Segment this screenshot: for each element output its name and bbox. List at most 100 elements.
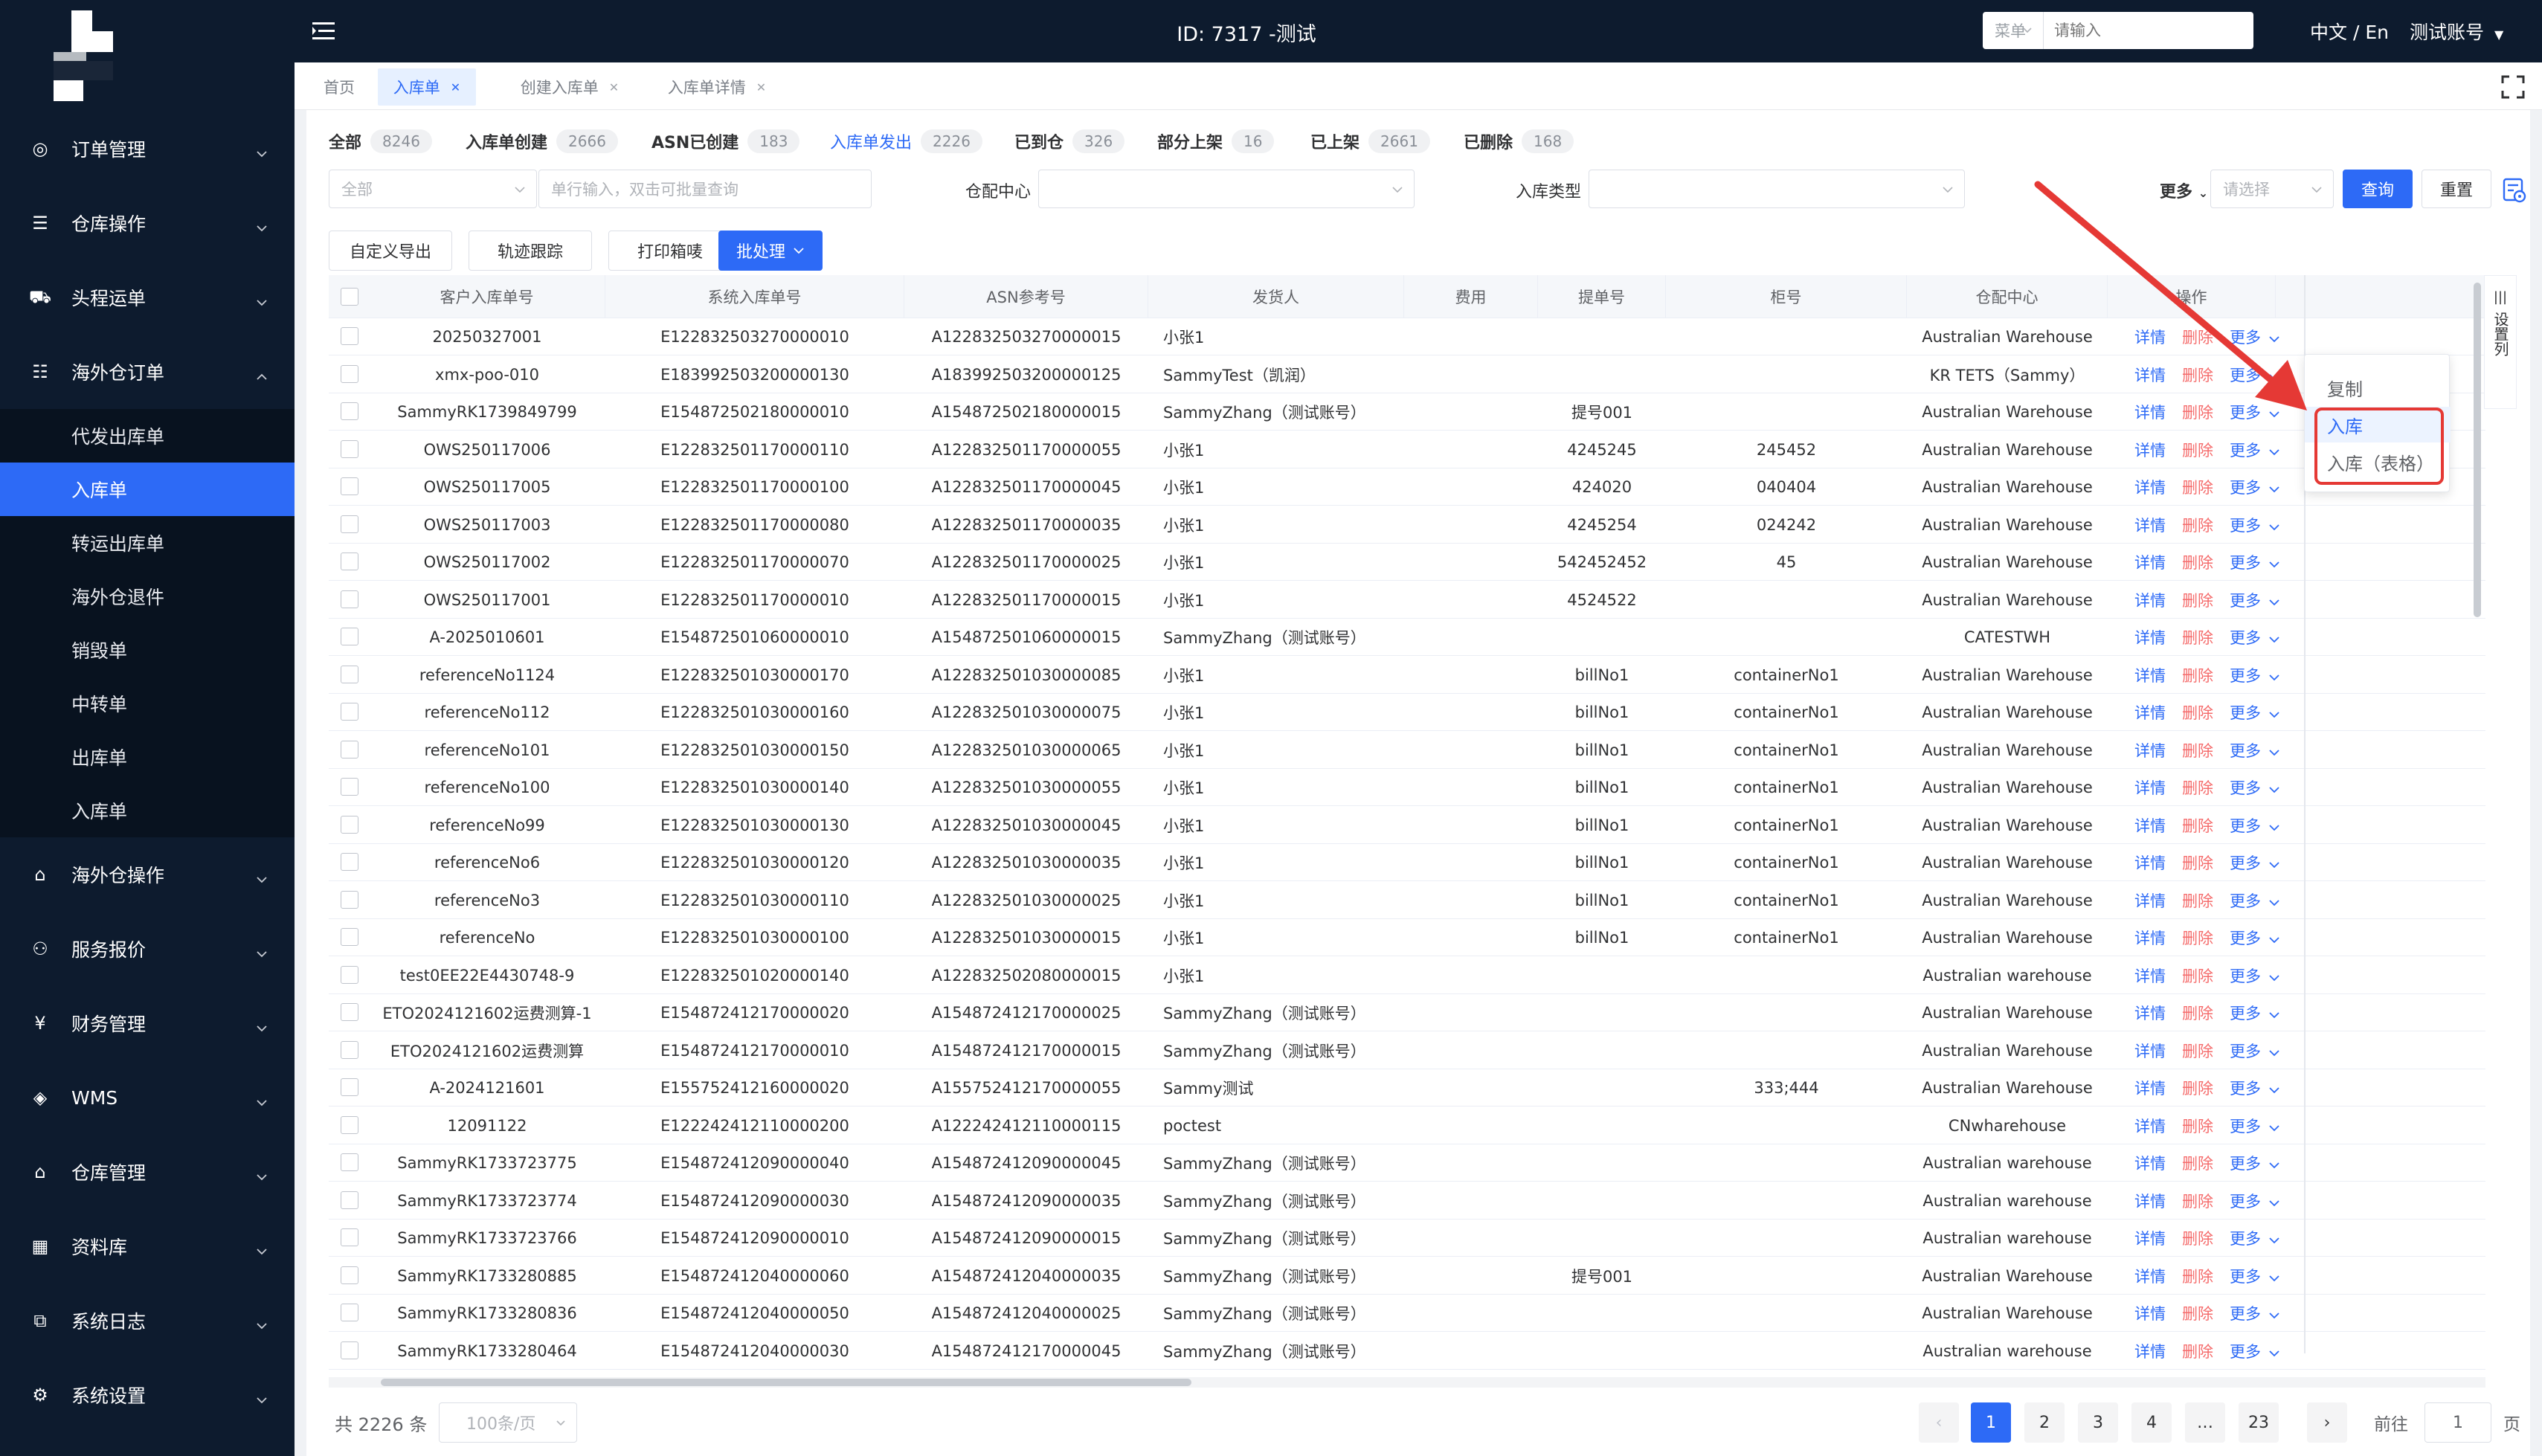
delete-link[interactable]: 删除 <box>2182 1152 2213 1174</box>
delete-link[interactable]: 删除 <box>2182 551 2213 573</box>
delete-link[interactable]: 删除 <box>2182 1077 2213 1099</box>
delete-link[interactable]: 删除 <box>2182 1190 2213 1212</box>
row-checkbox[interactable] <box>341 1003 358 1021</box>
close-icon[interactable]: ✕ <box>756 80 766 94</box>
more-link[interactable]: 更多 <box>2230 589 2261 611</box>
sidebar-group-6[interactable]: ¥ 财务管理 <box>0 986 295 1060</box>
delete-link[interactable]: 删除 <box>2182 326 2213 348</box>
delete-link[interactable]: 删除 <box>2182 776 2213 799</box>
tab-home[interactable]: 首页 <box>314 68 364 106</box>
detail-link[interactable]: 详情 <box>2134 514 2166 536</box>
detail-link[interactable]: 详情 <box>2134 326 2166 348</box>
sidebar-subitem-0[interactable]: 代发出库单 <box>0 409 295 463</box>
row-checkbox[interactable] <box>341 815 358 834</box>
more-link[interactable]: 更多 <box>2230 889 2261 912</box>
select-all-checkbox[interactable] <box>341 288 358 306</box>
page-button[interactable]: 2 <box>2024 1402 2065 1443</box>
sidebar-group-9[interactable]: ▦ 资料库 <box>0 1209 295 1283</box>
sidebar-group-8[interactable]: ⌂ 仓库管理 <box>0 1135 295 1209</box>
more-link[interactable]: 更多 <box>2230 1227 2261 1249</box>
horizontal-scrollbar[interactable] <box>329 1377 2485 1388</box>
detail-link[interactable]: 详情 <box>2134 1115 2166 1137</box>
more-link[interactable]: 更多 <box>2230 1302 2261 1324</box>
more-link[interactable]: 更多 <box>2230 1265 2261 1287</box>
column-settings-icon[interactable] <box>2502 177 2527 204</box>
delete-link[interactable]: 删除 <box>2182 476 2213 498</box>
delete-link[interactable]: 删除 <box>2182 1227 2213 1249</box>
query-button[interactable]: 查询 <box>2343 170 2413 208</box>
delete-link[interactable]: 删除 <box>2182 626 2213 648</box>
row-checkbox[interactable] <box>341 364 358 383</box>
delete-link[interactable]: 删除 <box>2182 1002 2213 1024</box>
delete-link[interactable]: 删除 <box>2182 851 2213 874</box>
more-link[interactable]: 更多 <box>2230 664 2261 686</box>
more-link[interactable]: 更多 <box>2230 1077 2261 1099</box>
delete-link[interactable]: 删除 <box>2182 1265 2213 1287</box>
detail-link[interactable]: 详情 <box>2134 851 2166 874</box>
status-tab-7[interactable]: 已删除 168 <box>1464 125 1574 158</box>
row-checkbox[interactable] <box>341 778 358 796</box>
row-checkbox[interactable] <box>341 1304 358 1321</box>
goto-page-input[interactable]: 1 <box>2424 1402 2491 1443</box>
close-icon[interactable]: ✕ <box>609 80 619 94</box>
more-filters-select[interactable]: 请选择 <box>2210 170 2334 208</box>
detail-link[interactable]: 详情 <box>2134 1002 2166 1024</box>
more-link[interactable]: 更多 <box>2230 851 2261 874</box>
row-checkbox[interactable] <box>341 928 358 946</box>
more-link[interactable]: 更多 <box>2230 551 2261 573</box>
delete-link[interactable]: 删除 <box>2182 364 2213 386</box>
copy-menu-item[interactable]: 复制 <box>2305 370 2451 405</box>
detail-link[interactable]: 详情 <box>2134 626 2166 648</box>
row-checkbox[interactable] <box>341 890 358 909</box>
detail-link[interactable]: 详情 <box>2134 1265 2166 1287</box>
more-link[interactable]: 更多 <box>2230 1340 2261 1362</box>
row-checkbox[interactable] <box>341 628 358 645</box>
sidebar-group-10[interactable]: ⧉ 系统日志 <box>0 1283 295 1358</box>
more-link[interactable]: 更多 <box>2230 701 2261 724</box>
row-checkbox[interactable] <box>341 515 358 533</box>
row-checkbox[interactable] <box>341 1153 358 1171</box>
status-tab-3[interactable]: 入库单发出 2226 <box>830 125 982 158</box>
search-type-select[interactable]: 全部 <box>329 170 537 208</box>
menu-type-select[interactable]: 菜单 <box>1983 12 2044 49</box>
detail-link[interactable]: 详情 <box>2134 664 2166 686</box>
row-checkbox[interactable] <box>341 439 358 458</box>
detail-link[interactable]: 详情 <box>2134 776 2166 799</box>
delete-link[interactable]: 删除 <box>2182 401 2213 423</box>
more-link[interactable]: 更多 <box>2230 776 2261 799</box>
delete-link[interactable]: 删除 <box>2182 889 2213 912</box>
row-checkbox[interactable] <box>341 665 358 683</box>
delete-link[interactable]: 删除 <box>2182 1302 2213 1324</box>
sidebar-subitem-5[interactable]: 中转单 <box>0 677 295 730</box>
delete-link[interactable]: 删除 <box>2182 589 2213 611</box>
print-label-button[interactable]: 打印箱唛 <box>608 231 732 271</box>
detail-link[interactable]: 详情 <box>2134 1302 2166 1324</box>
sidebar-group-1[interactable]: ☰ 仓库操作 <box>0 186 295 260</box>
tab-inbound-detail[interactable]: 入库单详情 ✕ <box>650 68 784 106</box>
page-button[interactable]: 1 <box>1971 1402 2011 1443</box>
status-tab-6[interactable]: 已上架 2661 <box>1310 125 1430 158</box>
fullscreen-icon[interactable] <box>2500 74 2526 100</box>
delete-link[interactable]: 删除 <box>2182 814 2213 837</box>
sidebar-group-0[interactable]: ◎ 订单管理 <box>0 112 295 186</box>
detail-link[interactable]: 详情 <box>2134 964 2166 987</box>
row-checkbox[interactable] <box>341 853 358 871</box>
more-link[interactable]: 更多 <box>2230 326 2261 348</box>
scrollbar-thumb[interactable] <box>381 1379 1191 1386</box>
delete-link[interactable]: 删除 <box>2182 739 2213 761</box>
row-checkbox[interactable] <box>341 1115 358 1134</box>
delete-link[interactable]: 删除 <box>2182 1040 2213 1062</box>
row-checkbox[interactable] <box>341 327 358 345</box>
row-checkbox[interactable] <box>341 1078 358 1096</box>
warehouse-select[interactable] <box>1038 170 1415 208</box>
next-page-button[interactable]: › <box>2307 1402 2347 1443</box>
vertical-scrollbar[interactable] <box>2474 283 2481 617</box>
row-checkbox[interactable] <box>341 553 358 570</box>
detail-link[interactable]: 详情 <box>2134 364 2166 386</box>
detail-link[interactable]: 详情 <box>2134 1077 2166 1099</box>
more-link[interactable]: 更多 <box>2230 1040 2261 1062</box>
row-checkbox[interactable] <box>341 1228 358 1246</box>
more-link[interactable]: 更多 <box>2230 364 2261 386</box>
delete-link[interactable]: 删除 <box>2182 701 2213 724</box>
close-icon[interactable]: ✕ <box>451 80 460 94</box>
